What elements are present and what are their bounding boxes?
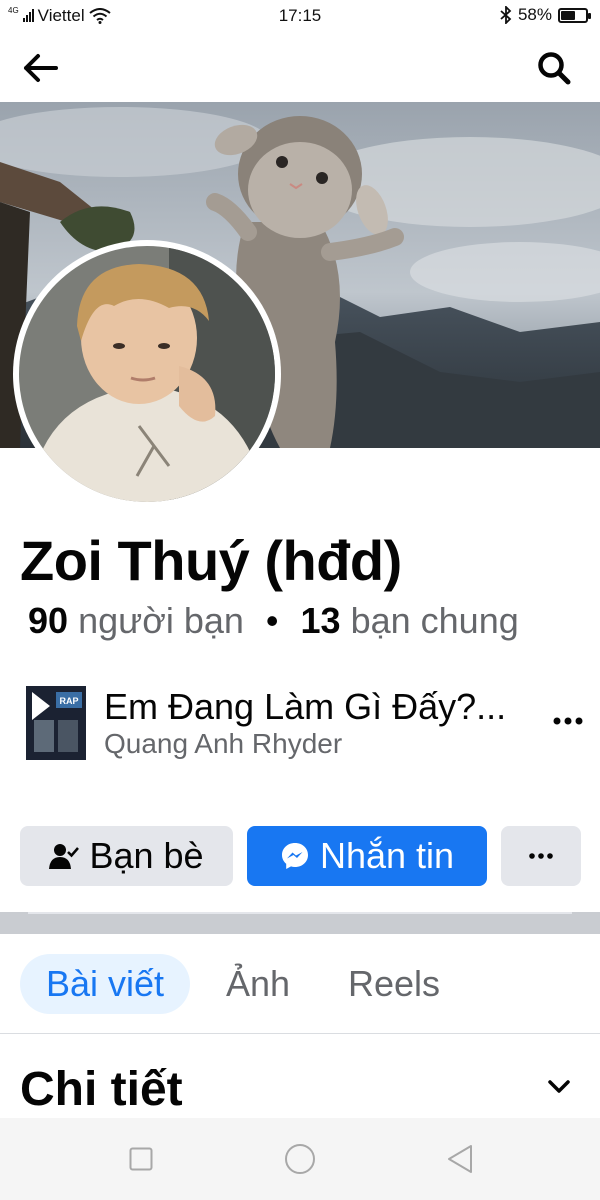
back-nav-button[interactable]: [443, 1142, 477, 1176]
song-title: Em Đang Làm Gì Đấy?...: [104, 686, 507, 727]
top-nav: [0, 32, 600, 102]
circle-icon: [285, 1144, 315, 1174]
details-toggle[interactable]: [544, 1072, 574, 1102]
tab-posts[interactable]: Bài viết: [20, 954, 190, 1014]
recents-button[interactable]: [124, 1142, 158, 1176]
album-art-text: RAP: [59, 696, 78, 706]
home-button[interactable]: [283, 1142, 317, 1176]
system-nav-bar: [0, 1118, 600, 1200]
more-dots-icon: [553, 717, 583, 725]
messenger-icon: [281, 843, 308, 869]
battery-level: [561, 10, 575, 20]
friends-label: người bạn: [78, 600, 244, 641]
mutual-friends-label: bạn chung: [350, 600, 519, 641]
more-dots-icon: [529, 853, 553, 859]
profile-tabs: Bài viết Ảnh Reels: [0, 934, 600, 1034]
friends-button[interactable]: Bạn bè: [20, 826, 233, 886]
music-more-button[interactable]: [550, 706, 586, 736]
mutual-friends-count: 13: [300, 600, 341, 641]
triangle-back-icon: [448, 1145, 472, 1173]
arrow-left-icon: [24, 54, 58, 82]
status-bar: 4G Viettel 17:15 58%: [0, 0, 600, 32]
friends-count: 90: [28, 600, 69, 641]
message-button[interactable]: Nhắn tin: [247, 826, 487, 886]
song-artist: Quang Anh Rhyder: [104, 728, 343, 759]
friends-summary[interactable]: 90 người bạn • 13 bạn chung: [28, 600, 519, 642]
status-right: 58%: [500, 5, 591, 25]
separator-dot: •: [265, 600, 279, 641]
album-art[interactable]: RAP: [26, 686, 86, 760]
avatar[interactable]: [13, 240, 281, 508]
battery-percent: 58%: [517, 5, 552, 24]
chevron-down-icon: [548, 1080, 570, 1093]
back-button[interactable]: [18, 48, 62, 88]
search-button[interactable]: [532, 48, 576, 88]
more-actions-button[interactable]: [501, 826, 581, 886]
profile-music[interactable]: RAP Em Đang Làm Gì Đấy?... Quang Anh Rhy…: [26, 684, 586, 764]
search-icon: [538, 52, 571, 85]
details-heading: Chi tiết: [20, 1063, 183, 1116]
square-icon: [129, 1147, 153, 1171]
tab-photos[interactable]: Ảnh: [210, 954, 306, 1014]
message-button-label: Nhắn tin: [319, 835, 455, 876]
battery-icon: [558, 7, 591, 23]
bluetooth-icon: [500, 6, 512, 24]
friend-check-icon: [49, 844, 80, 869]
tab-reels[interactable]: Reels: [330, 954, 458, 1014]
section-divider: [0, 912, 600, 934]
profile-name: Zoi Thuý (hđd): [20, 529, 402, 592]
friends-button-label: Bạn bè: [89, 835, 204, 876]
